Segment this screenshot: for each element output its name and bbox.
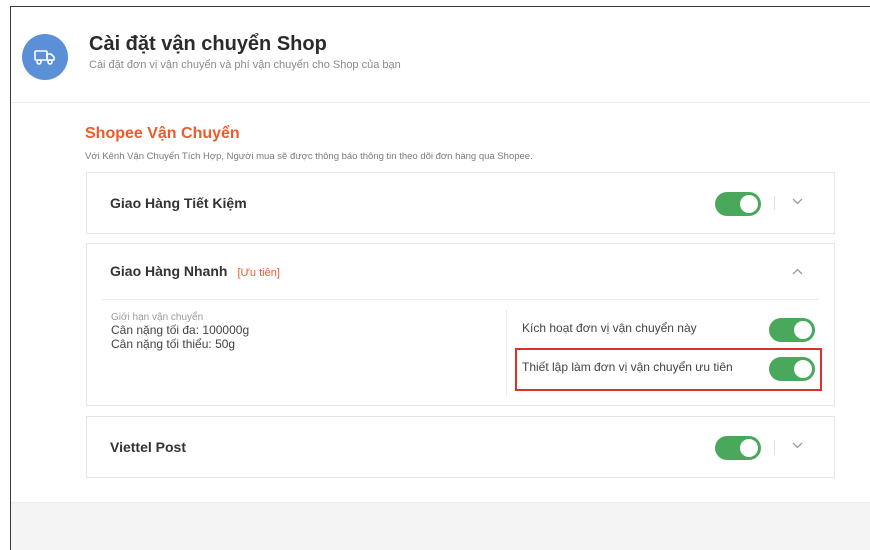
page-header: Cài đặt vận chuyển Shop Cài đặt đơn vị v…	[11, 7, 870, 103]
carrier-card-ghtk: Giao Hàng Tiết Kiệm	[86, 172, 835, 234]
footer-band	[11, 502, 870, 550]
chevron-up-icon	[792, 268, 802, 274]
section-title: Shopee Vận Chuyển	[85, 125, 240, 142]
activate-carrier-label: Kích hoạt đơn vị vận chuyển này	[522, 321, 697, 335]
limits-label: Giới hạn vận chuyển	[111, 312, 204, 323]
shipping-limits: Giới hạn vận chuyển Cân nặng tối đa: 100…	[111, 312, 249, 351]
min-weight: Cân nặng tối thiểu: 50g	[111, 337, 236, 351]
toggle-knob	[794, 360, 812, 378]
priority-tag: [Ưu tiên]	[237, 267, 280, 279]
chevron-down-icon	[792, 198, 802, 204]
page-title: Cài đặt vận chuyển Shop	[89, 33, 327, 55]
divider	[774, 196, 775, 210]
app-frame: Cài đặt vận chuyển Shop Cài đặt đơn vị v…	[10, 6, 870, 550]
activate-carrier-toggle[interactable]	[769, 318, 815, 342]
toggle-knob	[740, 195, 758, 213]
section-description: Với Kênh Vận Chuyển Tích Hợp, Người mua …	[85, 151, 533, 162]
page-subtitle: Cài đặt đơn vị vận chuyển và phí vận chu…	[89, 59, 401, 71]
divider	[506, 310, 507, 396]
expand-button[interactable]	[787, 191, 807, 211]
toggle-knob	[740, 439, 758, 457]
carrier-card-viettel: Viettel Post	[86, 416, 835, 478]
expand-button[interactable]	[787, 435, 807, 455]
carrier-toggle[interactable]	[715, 436, 761, 460]
truck-icon	[22, 34, 68, 80]
divider	[774, 440, 775, 454]
carrier-name: Giao Hàng Tiết Kiệm	[110, 195, 247, 211]
max-weight: Cân nặng tối đa: 100000g	[111, 323, 250, 337]
collapse-button[interactable]	[787, 261, 807, 281]
carrier-card-ghn: Giao Hàng Nhanh [Ưu tiên] Giới hạn vận ch…	[86, 243, 835, 406]
carrier-toggle[interactable]	[715, 192, 761, 216]
priority-carrier-toggle[interactable]	[769, 357, 815, 381]
toggle-knob	[794, 321, 812, 339]
chevron-down-icon	[792, 442, 802, 448]
priority-carrier-label: Thiết lập làm đơn vị vận chuyển ưu tiên	[522, 360, 733, 374]
divider	[102, 299, 819, 300]
carrier-name: Viettel Post	[110, 439, 186, 455]
carrier-name: Giao Hàng Nhanh [Ưu tiên]	[110, 263, 280, 279]
carrier-name-text: Giao Hàng Nhanh	[110, 263, 228, 279]
